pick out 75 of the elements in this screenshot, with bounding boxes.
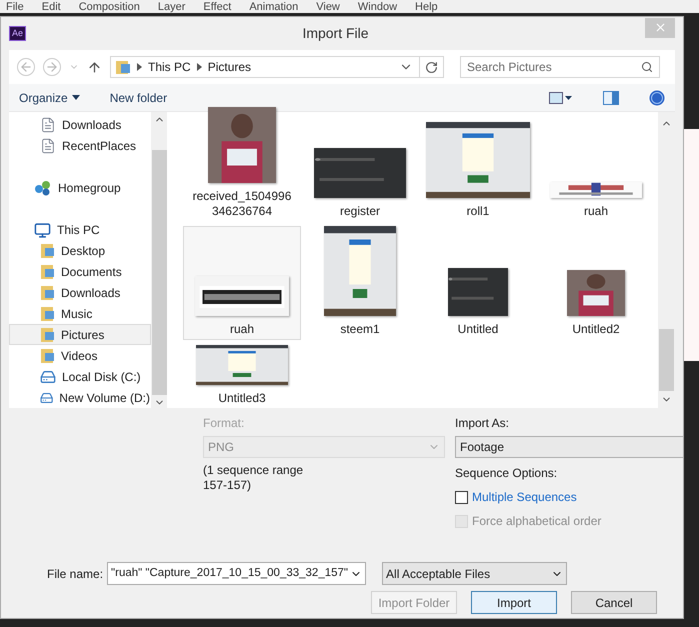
sidebar-item[interactable]: Downloads (9, 282, 151, 304)
document-icon (40, 138, 56, 154)
new-folder-button[interactable]: New folder (110, 88, 168, 106)
checkbox[interactable] (455, 490, 468, 504)
file-type-select[interactable]: All Acceptable Files (382, 562, 568, 585)
sidebar-item[interactable]: Homegroup (9, 178, 151, 199)
menu-item[interactable]: Composition (78, 2, 140, 13)
help-icon[interactable] (649, 90, 665, 106)
view-icon[interactable] (549, 92, 573, 104)
folder-icon (40, 284, 55, 301)
sidebar-item[interactable]: Local Disk (C:) (9, 366, 151, 388)
drive-icon (40, 368, 56, 385)
sidebar-item[interactable]: RecentPlaces (9, 136, 151, 157)
sidebar-item[interactable]: Documents (9, 262, 151, 283)
breadcrumb[interactable]: Pictures (208, 58, 252, 76)
scrollbar-thumb[interactable] (659, 329, 674, 391)
menu-item[interactable]: Edit (42, 2, 61, 13)
thumbnail-tile[interactable]: ruah (183, 226, 301, 340)
sidebar-item[interactable]: Desktop (9, 240, 151, 262)
thumbnail-tile[interactable]: Untitled3 (183, 344, 301, 406)
chevron-right-icon (196, 63, 202, 71)
thumbnail-tile[interactable]: roll1 (419, 112, 537, 222)
folder-icon (40, 306, 55, 322)
sidebar-item[interactable]: Videos (9, 345, 151, 366)
folder-icon (40, 243, 55, 260)
close-icon (654, 21, 666, 34)
sidebar-item[interactable]: Pictures (9, 324, 151, 346)
file-name-field[interactable]: "ruah" "Capture_2017_10_15_00_33_32_157" (107, 562, 366, 585)
sidebar-item[interactable]: New Volume (D:) (9, 387, 151, 408)
sequence-options-label: Sequence Options: (455, 465, 558, 482)
app-badge: Ae (9, 26, 26, 42)
thumbnail-tile[interactable]: Untitled2 (537, 226, 655, 340)
search-input[interactable]: Search Pictures (467, 58, 641, 76)
menu-item[interactable]: Layer (158, 2, 186, 13)
folder-icon (40, 326, 55, 343)
sidebar-item[interactable]: This PC (9, 220, 151, 241)
folder-icon (115, 60, 131, 74)
folder-icon (40, 264, 55, 280)
chevron-right-icon (137, 63, 142, 71)
refresh-icon[interactable] (425, 60, 438, 74)
document-icon (40, 117, 56, 134)
thumbnail-tile[interactable]: received_1504996346236764 (183, 112, 301, 222)
people-icon (34, 180, 52, 196)
computer-icon (34, 222, 51, 239)
dialog-button[interactable]: Import (471, 591, 557, 614)
scrollbar-thumb[interactable] (152, 150, 166, 395)
preview-pane-icon[interactable] (603, 90, 619, 104)
menu-item[interactable]: Window (358, 2, 398, 13)
sequence-info: (1 sequence range 157-157) (203, 463, 304, 493)
organize-button[interactable]: Organize (19, 88, 80, 106)
thumbnail-tile[interactable]: Untitled (419, 226, 537, 340)
folder-icon (40, 348, 55, 364)
menu-item[interactable]: Help (415, 2, 438, 13)
search-field[interactable]: Search Pictures (460, 56, 660, 78)
thumbnail-tile[interactable]: register (301, 112, 419, 222)
menu-item[interactable]: Animation (249, 2, 298, 13)
up-icon[interactable] (87, 60, 102, 74)
address-bar[interactable]: This PC Pictures (110, 56, 444, 78)
thumbnail-tile[interactable]: steem1 (301, 226, 419, 340)
file-name-label: File name: (47, 566, 104, 582)
checkbox-option[interactable]: Multiple Sequences (455, 488, 577, 506)
menu-item[interactable]: Effect (203, 2, 232, 13)
import-as-select[interactable]: Footage (455, 436, 683, 458)
import-as-label: Import As: (455, 415, 510, 432)
sidebar-item[interactable]: Downloads (9, 115, 151, 136)
format-label: Format: (203, 415, 246, 432)
window-title: Import File (301, 24, 370, 43)
menu-item[interactable]: File (6, 2, 24, 13)
caret-icon (72, 95, 80, 100)
dialog-button[interactable]: Cancel (571, 591, 657, 614)
breadcrumb[interactable]: This PC (148, 58, 191, 76)
menu-item[interactable]: View (316, 2, 340, 13)
search-icon (641, 61, 653, 73)
sidebar-item[interactable]: Music (9, 303, 151, 324)
thumbnail-tile[interactable]: ruah (537, 112, 655, 222)
